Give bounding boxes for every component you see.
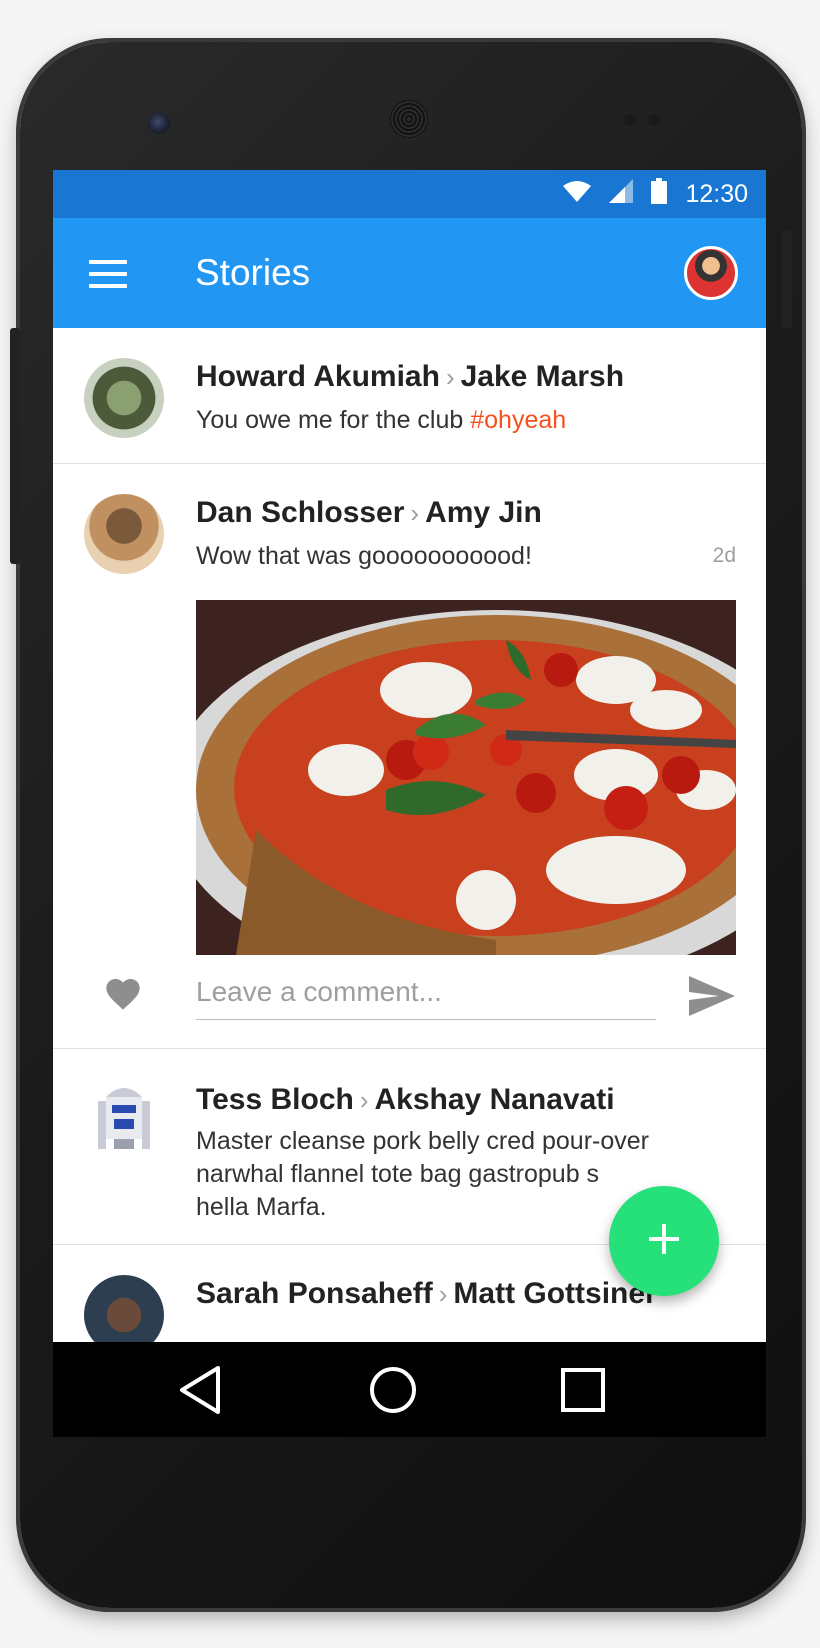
- story-author[interactable]: Tess Bloch: [196, 1083, 354, 1116]
- status-time: 12:30: [685, 179, 748, 208]
- story-message-line: hella Marfa.: [196, 1193, 327, 1221]
- send-icon[interactable]: [689, 976, 735, 1016]
- story-recipient[interactable]: Jake Marsh: [461, 360, 624, 393]
- proximity-sensor: [624, 114, 636, 126]
- chevron-right-icon: ›: [410, 498, 420, 528]
- navigation-bar: [53, 1342, 766, 1437]
- heart-icon[interactable]: [103, 974, 143, 1014]
- chevron-right-icon: ›: [359, 1085, 369, 1115]
- story-header: Howard Akumiah › Jake Marsh: [196, 360, 624, 394]
- plus-icon: [647, 1222, 681, 1261]
- story-item[interactable]: Howard Akumiah › Jake Marsh You owe me for…: [53, 328, 766, 464]
- story-recipient[interactable]: Akshay Nanavati: [375, 1083, 615, 1116]
- signal-icon: [609, 178, 634, 210]
- story-author[interactable]: Sarah Ponsaheff: [196, 1277, 433, 1310]
- chevron-right-icon: ›: [438, 1279, 448, 1309]
- earpiece-speaker: [390, 100, 428, 138]
- hashtag-link[interactable]: #ohyeah: [470, 406, 566, 434]
- avatar: [84, 1079, 164, 1159]
- recents-icon[interactable]: [557, 1364, 609, 1416]
- profile-avatar[interactable]: [684, 246, 738, 300]
- avatar: [84, 494, 164, 574]
- story-header: Sarah Ponsaheff › Matt Gottsiner: [196, 1277, 657, 1311]
- battery-icon: [651, 177, 668, 211]
- volume-button: [10, 328, 20, 564]
- story-item[interactable]: Dan Schlosser › Amy Jin Wow that was goooo…: [53, 464, 766, 1049]
- wifi-icon: [563, 180, 592, 209]
- screen: 12:30 Stories Howard Akumiah › Jake Marsh …: [53, 170, 766, 1437]
- story-recipient[interactable]: Matt Gottsiner: [453, 1277, 656, 1310]
- story-timestamp: 2d: [712, 544, 736, 567]
- story-message-line: narwhal flannel tote bag gastropub s: [196, 1160, 600, 1188]
- story-author[interactable]: Howard Akumiah: [196, 360, 440, 393]
- power-button: [782, 230, 792, 328]
- page-title: Stories: [195, 252, 311, 293]
- story-message: Master cleanse pork belly cred pour-over…: [196, 1125, 649, 1224]
- back-icon[interactable]: [176, 1364, 228, 1416]
- app-bar: Stories: [53, 218, 766, 328]
- add-story-button[interactable]: [609, 1186, 719, 1296]
- story-message: Wow that was gooooooooood!: [196, 542, 532, 570]
- story-photo[interactable]: [196, 600, 736, 955]
- story-message-line: Master cleanse pork belly cred pour-over: [196, 1127, 649, 1155]
- avatar: [84, 358, 164, 438]
- front-camera: [148, 112, 170, 134]
- story-recipient[interactable]: Amy Jin: [425, 496, 542, 529]
- status-bar: 12:30: [53, 170, 766, 218]
- home-icon[interactable]: [367, 1364, 419, 1416]
- menu-icon[interactable]: [89, 260, 127, 288]
- story-message: You owe me for the club: [196, 406, 471, 434]
- light-sensor: [648, 114, 660, 126]
- chevron-right-icon: ›: [445, 362, 455, 392]
- story-header: Tess Bloch › Akshay Nanavati: [196, 1083, 615, 1117]
- story-header: Dan Schlosser › Amy Jin: [196, 496, 542, 530]
- comment-input[interactable]: [196, 964, 656, 1020]
- story-text: You owe me for the club #ohyeah: [196, 404, 566, 437]
- comment-row: [53, 964, 766, 1034]
- story-author[interactable]: Dan Schlosser: [196, 496, 404, 529]
